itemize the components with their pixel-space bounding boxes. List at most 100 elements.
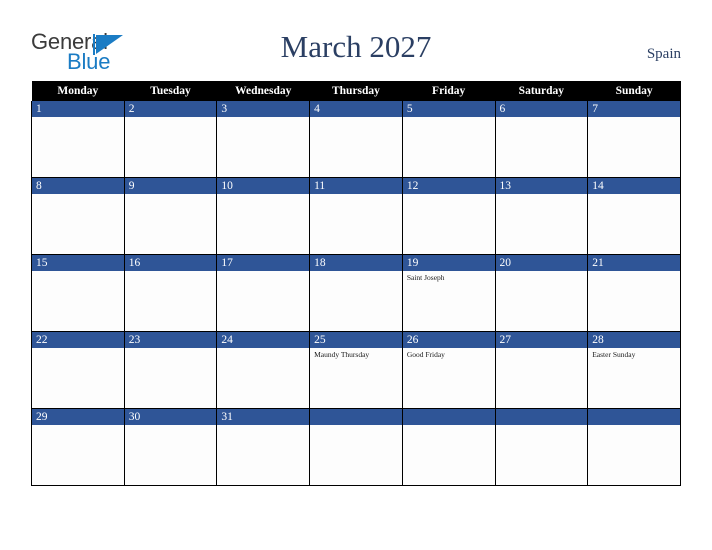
calendar-day-cell[interactable]: 29 <box>31 408 125 486</box>
weekday-header-friday: Friday <box>402 81 496 101</box>
day-cell-inner: 11 <box>310 178 402 254</box>
holiday-list <box>403 117 494 119</box>
holiday-list <box>311 425 402 427</box>
day-cell-inner: 13 <box>496 178 587 254</box>
holiday-list <box>496 348 587 350</box>
day-number: 14 <box>588 178 680 194</box>
day-cell-inner: 8 <box>32 178 124 254</box>
calendar-day-cell[interactable]: 6 <box>494 101 589 178</box>
calendar-day-cell[interactable]: 23 <box>123 331 218 409</box>
holiday-list <box>218 194 309 196</box>
day-cell-inner: 29 <box>32 409 124 485</box>
calendar-day-cell[interactable]: 8 <box>31 177 125 255</box>
calendar-day-cell[interactable]: 17 <box>216 254 311 332</box>
day-number: 21 <box>588 255 680 271</box>
holiday-name: Maundy Thursday <box>314 350 370 359</box>
holiday-list <box>125 271 216 273</box>
day-number: 13 <box>496 178 587 194</box>
calendar-day-cell[interactable]: 21 <box>587 254 681 332</box>
calendar-day-cell[interactable]: 13 <box>494 177 589 255</box>
calendar-day-cell[interactable]: 11 <box>309 177 403 255</box>
day-cell-inner: 3 <box>217 101 309 177</box>
holiday-list <box>496 425 587 427</box>
holiday-list <box>218 348 309 350</box>
day-cell-inner: 25 Maundy Thursday <box>310 332 402 408</box>
calendar-week-row: 22 23 24 25 Maundy Thursday 26 Good Friday 27 28… <box>31 331 681 409</box>
holiday-list <box>125 117 216 119</box>
logo-text-blue: Blue <box>67 49 111 74</box>
day-cell-inner: 1 <box>32 101 124 177</box>
calendar-day-cell[interactable]: 26 Good Friday <box>401 331 496 409</box>
holiday-list <box>218 271 309 273</box>
holiday-list <box>125 425 216 427</box>
calendar-day-cell[interactable]: 15 <box>31 254 125 332</box>
day-number: 24 <box>217 332 309 348</box>
weekday-header-monday: Monday <box>31 81 125 101</box>
calendar-day-cell[interactable]: 27 <box>494 331 589 409</box>
day-number: 10 <box>217 178 309 194</box>
day-cell-inner: 14 <box>588 178 680 254</box>
calendar-day-cell[interactable]: 7 <box>587 101 681 178</box>
day-number: 26 <box>403 332 495 348</box>
day-number <box>310 409 402 425</box>
day-number: 18 <box>310 255 402 271</box>
calendar-empty-cell[interactable] <box>401 408 496 486</box>
day-number: 25 <box>310 332 402 348</box>
calendar-day-cell[interactable]: 30 <box>123 408 218 486</box>
holiday-list: Good Friday <box>403 348 494 360</box>
day-number: 30 <box>125 409 216 425</box>
day-number: 9 <box>125 178 216 194</box>
day-number: 6 <box>496 101 587 117</box>
holiday-list: Saint Joseph <box>403 271 494 283</box>
calendar-day-cell[interactable]: 10 <box>216 177 311 255</box>
calendar-empty-cell[interactable] <box>494 408 589 486</box>
holiday-list <box>496 117 587 119</box>
day-cell-inner: 12 <box>403 178 495 254</box>
calendar-day-cell[interactable]: 19 Saint Joseph <box>401 254 496 332</box>
day-number: 16 <box>125 255 216 271</box>
holiday-list <box>32 271 123 273</box>
holiday-list <box>311 271 402 273</box>
calendar-empty-cell[interactable] <box>587 408 681 486</box>
calendar-day-cell[interactable]: 24 <box>216 331 311 409</box>
holiday-list <box>403 425 494 427</box>
calendar-day-cell[interactable]: 28 Easter Sunday <box>587 331 681 409</box>
day-cell-inner <box>403 409 495 485</box>
holiday-name: Saint Joseph <box>406 273 445 282</box>
calendar-header-row: Monday Tuesday Wednesday Thursday Friday Satu… <box>31 81 681 101</box>
calendar-day-cell[interactable]: 12 <box>401 177 496 255</box>
calendar-day-cell[interactable]: 20 <box>494 254 589 332</box>
calendar-day-cell[interactable]: 16 <box>123 254 218 332</box>
day-cell-inner: 6 <box>496 101 587 177</box>
calendar-empty-cell[interactable] <box>309 408 403 486</box>
day-cell-inner: 10 <box>217 178 309 254</box>
day-cell-inner <box>588 409 680 485</box>
calendar-day-cell[interactable]: 18 <box>309 254 403 332</box>
calendar-day-cell[interactable]: 1 <box>31 101 125 178</box>
calendar-day-cell[interactable]: 5 <box>401 101 496 178</box>
day-number: 29 <box>32 409 124 425</box>
day-cell-inner: 4 <box>310 101 402 177</box>
day-cell-inner: 15 <box>32 255 124 331</box>
day-number: 20 <box>496 255 587 271</box>
general-blue-logo[interactable]: General Blue <box>31 30 161 76</box>
day-number: 22 <box>32 332 124 348</box>
calendar-day-cell[interactable]: 9 <box>123 177 218 255</box>
day-number <box>403 409 495 425</box>
day-number: 31 <box>217 409 309 425</box>
calendar-day-cell[interactable]: 22 <box>31 331 125 409</box>
calendar-day-cell[interactable]: 31 <box>216 408 311 486</box>
day-number <box>588 409 680 425</box>
day-cell-inner: 24 <box>217 332 309 408</box>
calendar-grid: Monday Tuesday Wednesday Thursday Friday Satu… <box>31 81 681 486</box>
calendar-day-cell[interactable]: 2 <box>123 101 218 178</box>
day-cell-inner: 7 <box>588 101 680 177</box>
calendar-day-cell[interactable]: 4 <box>309 101 403 178</box>
calendar-day-cell[interactable]: 14 <box>587 177 681 255</box>
day-cell-inner: 9 <box>125 178 216 254</box>
calendar-day-cell[interactable]: 25 Maundy Thursday <box>309 331 403 409</box>
day-cell-inner: 19 Saint Joseph <box>403 255 495 331</box>
day-cell-inner: 21 <box>588 255 680 331</box>
calendar-day-cell[interactable]: 3 <box>216 101 311 178</box>
calendar-body: 1 2 3 4 5 6 7 8 9 10 11 12 13 14 15 16 17 18 19 Saint Josep… <box>31 101 681 486</box>
